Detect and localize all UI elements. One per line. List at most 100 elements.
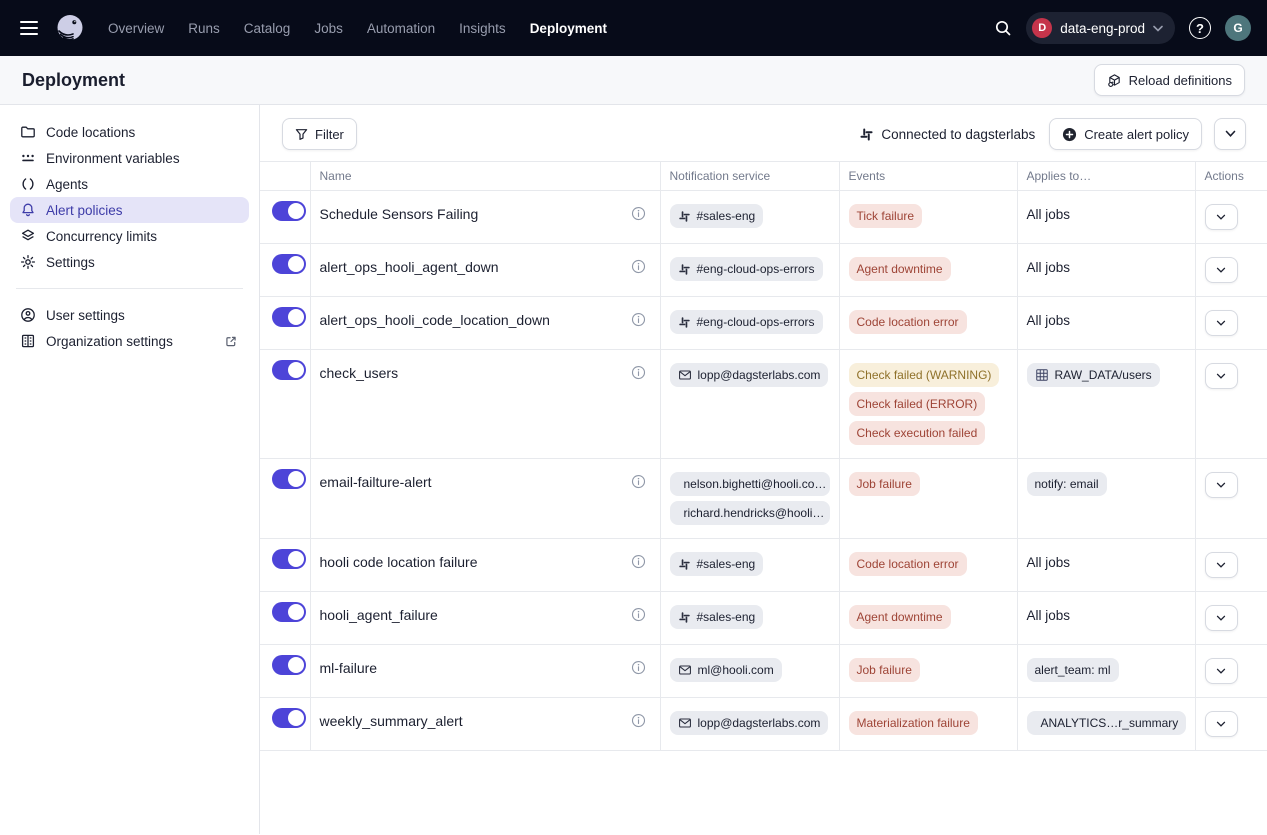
nav-catalog[interactable]: Catalog <box>244 21 291 36</box>
table-row: ml-failureml@hooli.comJob failurealert_t… <box>260 645 1267 698</box>
row-actions-button[interactable] <box>1205 658 1238 684</box>
sidebar-item-user-settings[interactable]: User settings <box>10 302 249 328</box>
chevron-down-icon <box>1216 721 1226 728</box>
applies-to-text: All jobs <box>1027 605 1071 623</box>
table-row: alert_ops_hooli_agent_down#eng-cloud-ops… <box>260 244 1267 297</box>
row-actions-button[interactable] <box>1205 605 1238 631</box>
row-actions-button[interactable] <box>1205 472 1238 498</box>
more-actions-button[interactable] <box>1214 118 1246 150</box>
env-vars-icon <box>20 150 36 166</box>
notification-label: #eng-cloud-ops-errors <box>697 262 815 276</box>
column-header-actions: Actions <box>1195 162 1267 191</box>
row-actions-button[interactable] <box>1205 552 1238 578</box>
notification-chip: ml@hooli.com <box>670 658 782 682</box>
column-header-notification-service: Notification service <box>660 162 839 191</box>
actions-cell <box>1195 350 1267 459</box>
user-avatar[interactable]: G <box>1225 15 1251 41</box>
alert-enabled-toggle[interactable] <box>272 201 306 221</box>
chip-label: ANALYTICS…r_summary <box>1041 716 1179 730</box>
sidebar-item-environment-variables[interactable]: Environment variables <box>10 145 249 171</box>
column-header-applies-to-: Applies to… <box>1017 162 1195 191</box>
nav-runs[interactable]: Runs <box>188 21 220 36</box>
external-link-icon <box>223 335 239 348</box>
sidebar-item-agents[interactable]: Agents <box>10 171 249 197</box>
sidebar-item-concurrency-limits[interactable]: Concurrency limits <box>10 223 249 249</box>
toggle-knob <box>288 710 304 726</box>
row-actions-button[interactable] <box>1205 204 1238 230</box>
alert-policy-name: alert_ops_hooli_code_location_down <box>320 310 550 328</box>
toggle-cell <box>260 459 310 539</box>
info-icon[interactable] <box>631 204 646 221</box>
table-row: hooli code location failure#sales-engCod… <box>260 539 1267 592</box>
info-icon[interactable] <box>631 472 646 489</box>
actions-cell <box>1195 244 1267 297</box>
applies-to-text: All jobs <box>1027 204 1071 222</box>
nav-deployment[interactable]: Deployment <box>530 21 607 36</box>
sidebar-item-settings[interactable]: Settings <box>10 249 249 275</box>
events-cell: Agent downtime <box>839 592 1017 645</box>
alert-enabled-toggle[interactable] <box>272 469 306 489</box>
chip-label: notify: email <box>1035 477 1099 491</box>
deployment-switcher[interactable]: D data-eng-prod <box>1026 12 1175 44</box>
notification-label: #eng-cloud-ops-errors <box>697 315 815 329</box>
nav-automation[interactable]: Automation <box>367 21 435 36</box>
dagster-logo-icon[interactable] <box>54 12 86 44</box>
row-actions-button[interactable] <box>1205 310 1238 336</box>
info-icon[interactable] <box>631 363 646 380</box>
info-icon[interactable] <box>631 257 646 274</box>
event-badge: Materialization failure <box>849 711 978 735</box>
sidebar-item-code-locations[interactable]: Code locations <box>10 119 249 145</box>
table-row: alert_ops_hooli_code_location_down #eng-c… <box>260 297 1267 350</box>
notification-label: lopp@dagsterlabs.com <box>698 716 821 730</box>
slack-icon <box>678 210 691 223</box>
info-icon[interactable] <box>631 605 646 622</box>
sidebar-item-label: Settings <box>46 255 95 270</box>
event-badge: Tick failure <box>849 204 923 228</box>
sidebar-item-alert-policies[interactable]: Alert policies <box>10 197 249 223</box>
toggle-cell <box>260 698 310 751</box>
asset-chip[interactable]: RAW_DATA/users <box>1027 363 1160 387</box>
notification-service-cell: lopp@dagsterlabs.com <box>660 698 839 751</box>
alert-enabled-toggle[interactable] <box>272 708 306 728</box>
chip-label: RAW_DATA/users <box>1055 368 1152 382</box>
alert-enabled-toggle[interactable] <box>272 360 306 380</box>
events-cell: Code location error <box>839 539 1017 592</box>
alert-policies-toolbar: Filter Connected to dagsterlabs Create a… <box>260 105 1267 161</box>
info-icon[interactable] <box>631 552 646 569</box>
info-icon[interactable] <box>631 658 646 675</box>
table-row: weekly_summary_alertlopp@dagsterlabs.com… <box>260 698 1267 751</box>
alert-enabled-toggle[interactable] <box>272 602 306 622</box>
bell-icon <box>20 202 36 218</box>
toggle-cell <box>260 244 310 297</box>
tag-chip: notify: email <box>1027 472 1107 496</box>
alert-enabled-toggle[interactable] <box>272 549 306 569</box>
alert-policy-name: check_users <box>320 363 399 381</box>
menu-icon[interactable] <box>16 15 42 41</box>
sidebar-item-organization-settings[interactable]: Organization settings <box>10 328 249 354</box>
reload-definitions-button[interactable]: Reload definitions <box>1094 64 1245 96</box>
row-actions-button[interactable] <box>1205 257 1238 283</box>
info-icon[interactable] <box>631 310 646 327</box>
applies-to-cell: RAW_DATA/users <box>1017 350 1195 459</box>
filter-button[interactable]: Filter <box>282 118 357 150</box>
row-actions-button[interactable] <box>1205 363 1238 389</box>
notification-chip: nelson.bighetti@hooli.co… <box>670 472 830 496</box>
events-cell: Tick failure <box>839 191 1017 244</box>
alert-enabled-toggle[interactable] <box>272 655 306 675</box>
alert-enabled-toggle[interactable] <box>272 254 306 274</box>
info-icon[interactable] <box>631 711 646 728</box>
asset-chip[interactable]: ANALYTICS…r_summary <box>1027 711 1186 735</box>
create-alert-policy-button[interactable]: Create alert policy <box>1049 118 1202 150</box>
alert-enabled-toggle[interactable] <box>272 307 306 327</box>
nav-jobs[interactable]: Jobs <box>314 21 343 36</box>
nav-overview[interactable]: Overview <box>108 21 164 36</box>
search-icon[interactable] <box>994 19 1012 37</box>
notification-chip: #sales-eng <box>670 204 764 228</box>
help-icon[interactable]: ? <box>1189 17 1211 39</box>
notification-chip: #sales-eng <box>670 605 764 629</box>
chevron-down-icon <box>1153 25 1163 32</box>
row-actions-button[interactable] <box>1205 711 1238 737</box>
nav-insights[interactable]: Insights <box>459 21 506 36</box>
applies-to-text: All jobs <box>1027 552 1071 570</box>
events-cell: Materialization failure <box>839 698 1017 751</box>
